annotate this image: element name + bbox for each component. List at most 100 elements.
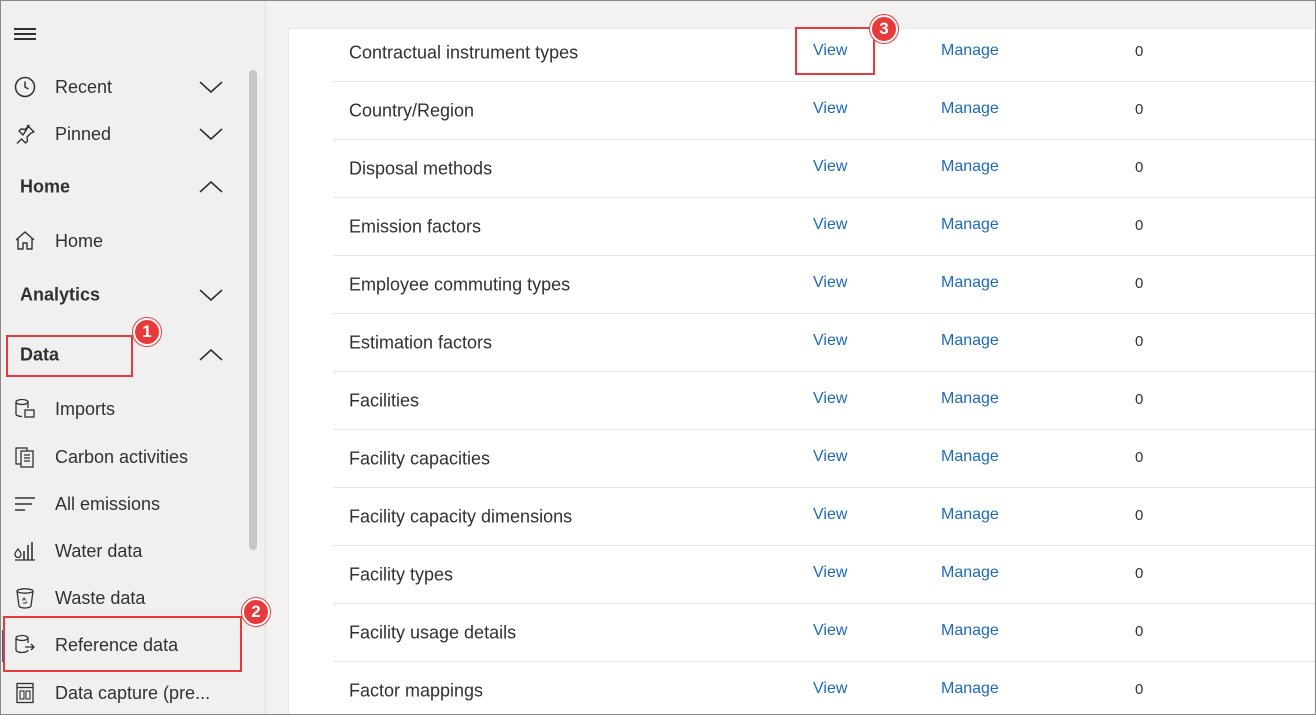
- view-link[interactable]: View: [813, 622, 847, 640]
- nav-waste-data[interactable]: Waste data: [0, 576, 250, 620]
- view-link[interactable]: View: [813, 448, 847, 466]
- nav-data-capture[interactable]: Data capture (pre...: [0, 671, 250, 715]
- nav-all-emissions[interactable]: All emissions: [0, 482, 250, 526]
- manage-link[interactable]: Manage: [941, 158, 999, 176]
- table-row: Facility types View Manage 0: [333, 546, 1315, 604]
- view-link[interactable]: View: [813, 390, 847, 408]
- nav-carbon-activities-label: Carbon activities: [55, 446, 189, 467]
- row-name: Contractual instrument types: [349, 42, 579, 62]
- clock-icon: [13, 75, 37, 99]
- row-name: Estimation factors: [349, 332, 493, 352]
- callout-highlight-data: [6, 335, 133, 377]
- nav-waste-data-label: Waste data: [55, 587, 146, 608]
- row-name: Facility types: [349, 564, 454, 584]
- nav-recent-label: Recent: [55, 76, 113, 97]
- view-link[interactable]: View: [813, 680, 847, 698]
- manage-link[interactable]: Manage: [941, 332, 999, 350]
- lines-icon: [13, 492, 37, 516]
- manage-link[interactable]: Manage: [941, 564, 999, 582]
- view-link[interactable]: View: [813, 100, 847, 118]
- view-link[interactable]: View: [813, 564, 847, 582]
- manage-link[interactable]: Manage: [941, 42, 999, 60]
- table-row: Facility capacity dimensions View Manage…: [333, 488, 1315, 546]
- nav-pinned-label: Pinned: [55, 123, 112, 144]
- section-home-label: Home: [20, 176, 71, 197]
- view-link[interactable]: View: [813, 158, 847, 176]
- manage-link[interactable]: Manage: [941, 216, 999, 234]
- callout-highlight-reference-data: [3, 616, 242, 672]
- nav-home[interactable]: Home: [0, 219, 250, 263]
- chevron-down-icon[interactable]: [198, 126, 224, 142]
- manage-link[interactable]: Manage: [941, 622, 999, 640]
- nav-data-capture-label: Data capture (pre...: [55, 682, 211, 703]
- table-row: Facility usage details View Manage 0: [333, 604, 1315, 662]
- view-link[interactable]: View: [813, 506, 847, 524]
- chevron-down-icon[interactable]: [198, 287, 224, 303]
- form-icon: [13, 681, 37, 705]
- water-chart-icon: [13, 539, 37, 563]
- recycle-bin-icon: [13, 586, 37, 610]
- database-import-icon: [13, 397, 37, 421]
- document-list-icon: [13, 445, 37, 469]
- callout-highlight-view: [795, 27, 875, 75]
- table-row: Estimation factors View Manage 0: [333, 314, 1315, 372]
- row-count: 0: [1135, 390, 1144, 408]
- section-analytics-label: Analytics: [20, 284, 101, 305]
- view-link[interactable]: View: [813, 332, 847, 350]
- nav-carbon-activities[interactable]: Carbon activities: [0, 435, 250, 479]
- callout-badge-2: 2: [242, 598, 270, 626]
- section-home[interactable]: Home: [0, 165, 250, 209]
- manage-link[interactable]: Manage: [941, 100, 999, 118]
- row-count: 0: [1135, 42, 1144, 60]
- table-row: Facilities View Manage 0: [333, 372, 1315, 430]
- manage-link[interactable]: Manage: [941, 390, 999, 408]
- chevron-up-icon[interactable]: [198, 179, 224, 195]
- view-link[interactable]: View: [813, 274, 847, 292]
- nav-recent[interactable]: Recent: [0, 65, 250, 109]
- row-count: 0: [1135, 216, 1144, 234]
- row-count: 0: [1135, 506, 1144, 524]
- row-name: Employee commuting types: [349, 274, 571, 294]
- row-count: 0: [1135, 448, 1144, 466]
- manage-link[interactable]: Manage: [941, 506, 999, 524]
- row-name: Facility capacities: [349, 448, 491, 468]
- callout-badge-1: 1: [133, 318, 161, 346]
- callout-badge-3: 3: [870, 15, 898, 43]
- nav-all-emissions-label: All emissions: [55, 493, 161, 514]
- sidebar-scrollbar[interactable]: [249, 70, 257, 550]
- row-name: Facility usage details: [349, 622, 517, 642]
- nav-pinned[interactable]: Pinned: [0, 112, 250, 156]
- manage-link[interactable]: Manage: [941, 274, 999, 292]
- manage-link[interactable]: Manage: [941, 448, 999, 466]
- nav-home-label: Home: [55, 230, 104, 251]
- row-name: Emission factors: [349, 216, 482, 236]
- chevron-down-icon[interactable]: [198, 79, 224, 95]
- table-row: Facility capacities View Manage 0: [333, 430, 1315, 488]
- row-count: 0: [1135, 680, 1144, 698]
- nav-water-data[interactable]: Water data: [0, 529, 250, 573]
- row-count: 0: [1135, 100, 1144, 118]
- table-row: Emission factors View Manage 0: [333, 198, 1315, 256]
- row-count: 0: [1135, 158, 1144, 176]
- chevron-up-icon[interactable]: [198, 347, 224, 363]
- row-name: Disposal methods: [349, 158, 493, 178]
- row-count: 0: [1135, 332, 1144, 350]
- reference-data-list: Contractual instrument types View Manage…: [288, 28, 1315, 715]
- nav-imports-label: Imports: [55, 398, 116, 419]
- row-name: Factor mappings: [349, 680, 484, 701]
- pin-icon: [13, 122, 37, 146]
- nav-water-data-label: Water data: [55, 540, 143, 561]
- table-row: Employee commuting types View Manage 0: [333, 256, 1315, 314]
- row-name: Country/Region: [349, 100, 475, 120]
- house-icon: [13, 229, 37, 253]
- view-link[interactable]: View: [813, 216, 847, 234]
- section-analytics[interactable]: Analytics: [0, 273, 250, 317]
- row-name: Facility capacity dimensions: [349, 506, 573, 526]
- hamburger-menu-icon[interactable]: [14, 26, 38, 42]
- nav-imports[interactable]: Imports: [0, 387, 250, 431]
- manage-link[interactable]: Manage: [941, 680, 999, 698]
- table-row: Country/Region View Manage 0: [333, 82, 1315, 140]
- table-row: Factor mappings View Manage 0: [333, 662, 1315, 715]
- row-count: 0: [1135, 564, 1144, 582]
- row-count: 0: [1135, 274, 1144, 292]
